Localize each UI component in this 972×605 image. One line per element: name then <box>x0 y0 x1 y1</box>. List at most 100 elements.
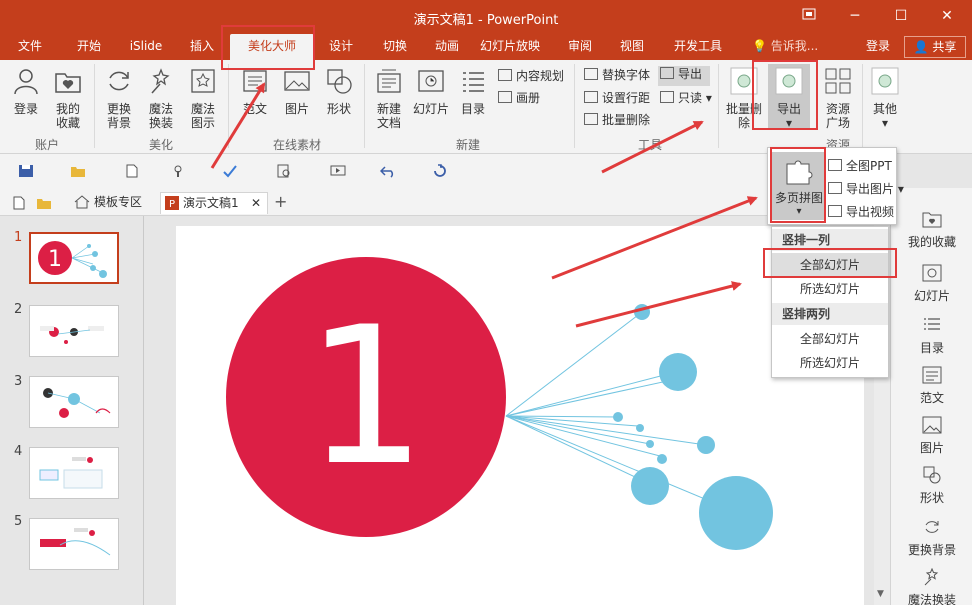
tab-design[interactable]: 设计 <box>316 34 366 60</box>
slide-thumbnail-5[interactable] <box>29 518 119 570</box>
maximize-icon[interactable]: ☐ <box>878 0 924 34</box>
tab-home[interactable]: 开始 <box>64 34 114 60</box>
slideshow-icon[interactable] <box>330 164 346 178</box>
slide-thumbnail-2[interactable] <box>29 305 119 357</box>
album-button[interactable]: 画册 <box>498 90 540 106</box>
tell-me-box[interactable]: 💡 告诉我... <box>752 34 818 60</box>
template-icon <box>922 366 942 384</box>
side-toc-label: 目录 <box>919 341 944 355</box>
side-slide-button[interactable]: 幻灯片 <box>891 264 972 304</box>
touch-mode-icon[interactable] <box>170 164 186 178</box>
tab-review[interactable]: 审阅 <box>556 34 604 60</box>
new-document-button[interactable]: 新建 文档 <box>370 66 408 130</box>
tab-developer[interactable]: 开发工具 <box>664 34 732 60</box>
side-magic-swap-button[interactable]: 魔法换装 <box>891 567 972 605</box>
group-beautify-label: 美化 <box>148 138 173 152</box>
side-replace-bg-button[interactable]: 更换背景 <box>891 518 972 558</box>
new-slide-button[interactable]: 幻灯片 <box>410 66 452 116</box>
undo-icon[interactable] <box>380 164 396 178</box>
resource-square-button[interactable]: 资源 广场 <box>816 66 860 130</box>
toc-label: 目录 <box>460 102 485 116</box>
grid-icon <box>825 68 851 94</box>
tab-view[interactable]: 视图 <box>608 34 656 60</box>
spellcheck-icon[interactable] <box>222 164 238 178</box>
refresh-icon <box>925 521 939 533</box>
open-icon[interactable] <box>70 164 86 178</box>
tab-template-zone[interactable]: 模板专区 <box>72 192 154 214</box>
slide-graphic: 1 <box>226 257 773 550</box>
magic-wand-icon <box>151 68 170 94</box>
folder-icon[interactable] <box>36 196 52 210</box>
login-button[interactable]: 登录 <box>6 66 46 116</box>
shape-button[interactable]: 形状 <box>320 66 358 116</box>
tab-slideshow[interactable]: 幻灯片放映 <box>474 34 546 60</box>
side-template-button[interactable]: 范文 <box>891 366 972 406</box>
picture-icon <box>922 416 942 434</box>
new-document-icon <box>377 69 401 93</box>
close-icon[interactable]: ✕ <box>924 0 970 34</box>
tab-insert[interactable]: 插入 <box>178 34 226 60</box>
tab-islide[interactable]: iSlide <box>120 34 172 60</box>
video-icon <box>828 205 842 217</box>
refresh-icon <box>109 71 129 91</box>
readonly-button[interactable]: 只读 ▾ <box>660 90 712 106</box>
picture-button[interactable]: 图片 <box>278 66 316 116</box>
slide-number-text: 1 <box>306 286 427 507</box>
slide-editor[interactable]: 1 <box>176 226 864 605</box>
tab-transitions[interactable]: 切换 <box>370 34 420 60</box>
batch-delete-button[interactable]: 批量删除 <box>584 112 650 128</box>
magic-diagram-button[interactable]: 魔法 图示 <box>184 66 222 130</box>
share-label: 共享 <box>932 40 957 54</box>
print-preview-icon[interactable] <box>276 164 292 178</box>
lightbulb-icon: 💡 <box>752 39 767 53</box>
side-favorites-label: 我的收藏 <box>907 235 956 249</box>
export-small-button[interactable]: 导出 <box>658 66 710 86</box>
my-favorites-button[interactable]: 我的 收藏 <box>48 66 88 130</box>
full-ppt-item[interactable]: 全图PPT <box>828 158 892 174</box>
slide-number: 1 <box>14 230 23 245</box>
two-column-all-slides-item[interactable]: 全部幻灯片 <box>772 327 888 351</box>
template-icon <box>243 70 267 92</box>
other-button[interactable]: 其他 ▾ <box>866 66 904 130</box>
scroll-down-icon[interactable]: ▼ <box>877 589 884 599</box>
highlight-box-collage <box>770 147 826 223</box>
redo-icon[interactable] <box>432 164 448 178</box>
side-picture-button[interactable]: 图片 <box>891 416 972 456</box>
readonly-label: 只读 <box>678 91 703 105</box>
template-button[interactable]: 范文 <box>236 66 274 116</box>
add-tab-icon[interactable]: + <box>274 192 287 211</box>
line-spacing-button[interactable]: 设置行距 <box>584 90 650 106</box>
slide-thumbnail-1[interactable]: 1 <box>29 232 119 284</box>
export-video-item[interactable]: 导出视频 <box>828 204 894 220</box>
side-favorites-button[interactable]: 我的收藏 <box>891 210 972 250</box>
svg-text:P: P <box>169 199 175 210</box>
replace-background-button[interactable]: 更换 背景 <box>100 66 138 130</box>
meihua-side-panel: 我的收藏 幻灯片 目录 范文 图片 形状 更换背景 魔法换装 <box>890 188 972 605</box>
magic-swap-button[interactable]: 魔法 换装 <box>142 66 180 130</box>
export-picture-item[interactable]: 导出图片 ▾ <box>828 181 904 197</box>
close-icon[interactable]: ✕ <box>251 193 261 213</box>
file-icon[interactable] <box>12 196 26 210</box>
side-magic-swap-label: 魔法换装 <box>907 593 956 605</box>
tab-document-1[interactable]: P 演示文稿1 ✕ <box>160 192 268 214</box>
batch-delete-label: 批量删除 <box>602 113 651 127</box>
side-toc-button[interactable]: 目录 <box>891 316 972 356</box>
slide-thumbnail-4[interactable] <box>29 447 119 499</box>
group-online-label: 在线素材 <box>272 138 321 152</box>
new-file-icon[interactable] <box>124 164 140 178</box>
minimize-icon[interactable]: ─ <box>832 0 878 34</box>
share-button[interactable]: 👤 共享 <box>904 36 966 58</box>
toc-button[interactable]: 目录 <box>454 66 492 116</box>
tab-animations[interactable]: 动画 <box>422 34 472 60</box>
two-column-selected-slides-item[interactable]: 所选幻灯片 <box>772 351 888 375</box>
slide-thumbnail-3[interactable] <box>29 376 119 428</box>
login-link[interactable]: 登录 <box>866 34 890 58</box>
content-plan-button[interactable]: 内容规划 <box>498 68 564 84</box>
save-icon[interactable] <box>18 164 34 178</box>
one-column-selected-slides-item[interactable]: 所选幻灯片 <box>772 277 888 301</box>
tab-file[interactable]: 文件 <box>6 34 54 60</box>
restore-icon[interactable] <box>786 0 832 34</box>
replace-font-button[interactable]: 替换字体 <box>584 67 650 83</box>
side-shape-button[interactable]: 形状 <box>891 466 972 506</box>
title-bar: 演示文稿1 - PowerPoint ─ ☐ ✕ <box>0 0 972 34</box>
